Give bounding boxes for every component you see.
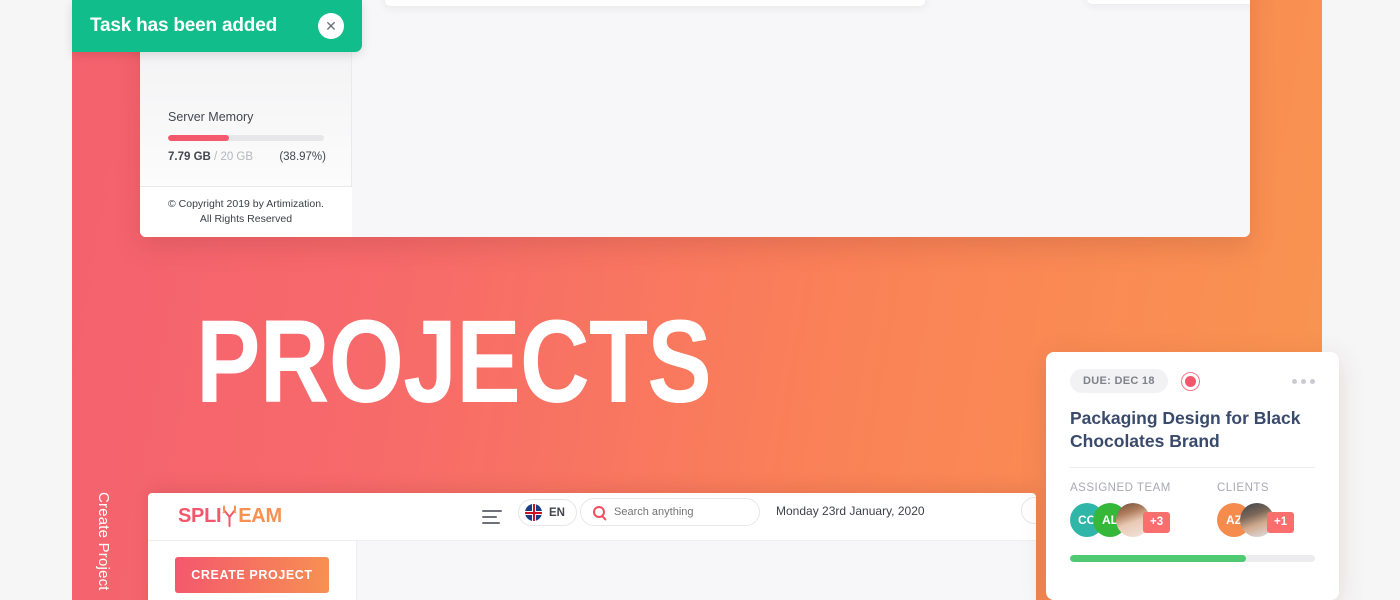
task-card-header: DUE: DEC 18 — [1070, 369, 1315, 393]
app-sidebar: CREATE PROJECT — [148, 541, 357, 600]
search-box[interactable] — [580, 498, 760, 526]
logo-part-2: EAM — [238, 505, 282, 527]
screenshot-stage: PROJECTS Create Project Server Memory 7.… — [0, 0, 1400, 600]
toast-notification: Task has been added ✕ — [72, 0, 362, 52]
due-date-badge: DUE: DEC 18 — [1070, 369, 1168, 393]
memory-used: 7.79 GB — [168, 151, 211, 163]
assigned-team-column: ASSIGNED TEAM CO AL +3 — [1070, 482, 1217, 537]
task-divider — [1070, 466, 1315, 468]
activity-feed-card: July 20. 2019OOmer Nadeem09:34 pmcomment… — [385, 0, 925, 6]
logo-part-1: SPLI — [178, 505, 222, 527]
vertical-create-project-label: Create Project — [95, 492, 112, 591]
create-project-button[interactable]: CREATE PROJECT — [175, 557, 329, 593]
memory-separator: / — [214, 151, 218, 163]
task-people: ASSIGNED TEAM CO AL +3 CLIENTS AZ +1 — [1070, 482, 1315, 537]
memory-total: 20 GB — [220, 151, 254, 163]
balance-chip[interactable]: $6,958 — [1021, 497, 1036, 524]
task-progress-bar — [1070, 555, 1315, 562]
copyright-line-1: © Copyright 2019 by Artimization. — [168, 197, 324, 210]
server-memory-values: 7.79 GB / 20 GB (38.97%) — [168, 151, 326, 163]
avatar-overflow-badge[interactable]: +3 — [1143, 511, 1171, 533]
search-icon — [593, 506, 605, 518]
search-input[interactable] — [614, 506, 744, 518]
close-icon[interactable]: ✕ — [318, 13, 344, 39]
app-main: Create a project — [357, 541, 1036, 600]
server-memory-bar — [168, 135, 324, 141]
more-options-icon[interactable] — [1292, 378, 1315, 384]
copyright-line-2: All Rights Reserved — [199, 213, 293, 225]
assigned-team-heading: ASSIGNED TEAM — [1070, 481, 1171, 494]
page-title: PROJECTS — [196, 296, 712, 428]
avatar-overflow-badge[interactable]: +1 — [1267, 511, 1295, 533]
dashboard-footer: © Copyright 2019 by Artimization. All Ri… — [140, 186, 352, 237]
language-selector[interactable]: EN — [518, 499, 577, 526]
clients-heading: CLIENTS — [1217, 481, 1270, 494]
language-code: EN — [549, 506, 565, 519]
current-date: Monday 23rd January, 2020 — [776, 504, 925, 518]
assigned-team-avatars[interactable]: CO AL +3 — [1070, 502, 1217, 537]
task-title: Packaging Design for Black Chocolates Br… — [1070, 408, 1301, 451]
server-memory-widget: Server Memory 7.79 GB / 20 GB (38.97%) — [140, 110, 352, 163]
app-window: SPLI EAM EN Monday 23rd January, 2020 $6,… — [148, 493, 1036, 600]
uk-flag-icon — [525, 504, 542, 521]
status-dot-icon[interactable] — [1180, 371, 1200, 391]
hamburger-icon[interactable] — [482, 510, 502, 528]
clients-column: CLIENTS AZ +1 — [1217, 481, 1295, 537]
app-body: CREATE PROJECT Create a project — [148, 541, 1036, 600]
clients-avatars[interactable]: AZ +1 — [1217, 502, 1295, 537]
notes-card[interactable]: Write note here! — [1087, 0, 1250, 4]
app-topbar: SPLI EAM EN Monday 23rd January, 2020 $6,… — [148, 493, 1036, 541]
task-card: DUE: DEC 18 Packaging Design for Black C… — [1046, 352, 1339, 600]
toast-message: Task has been added — [90, 15, 277, 36]
split-arrow-icon — [221, 505, 238, 527]
app-logo[interactable]: SPLI EAM — [178, 505, 282, 528]
server-memory-label: Server Memory — [168, 110, 254, 124]
memory-percent: (38.97%) — [279, 151, 326, 163]
